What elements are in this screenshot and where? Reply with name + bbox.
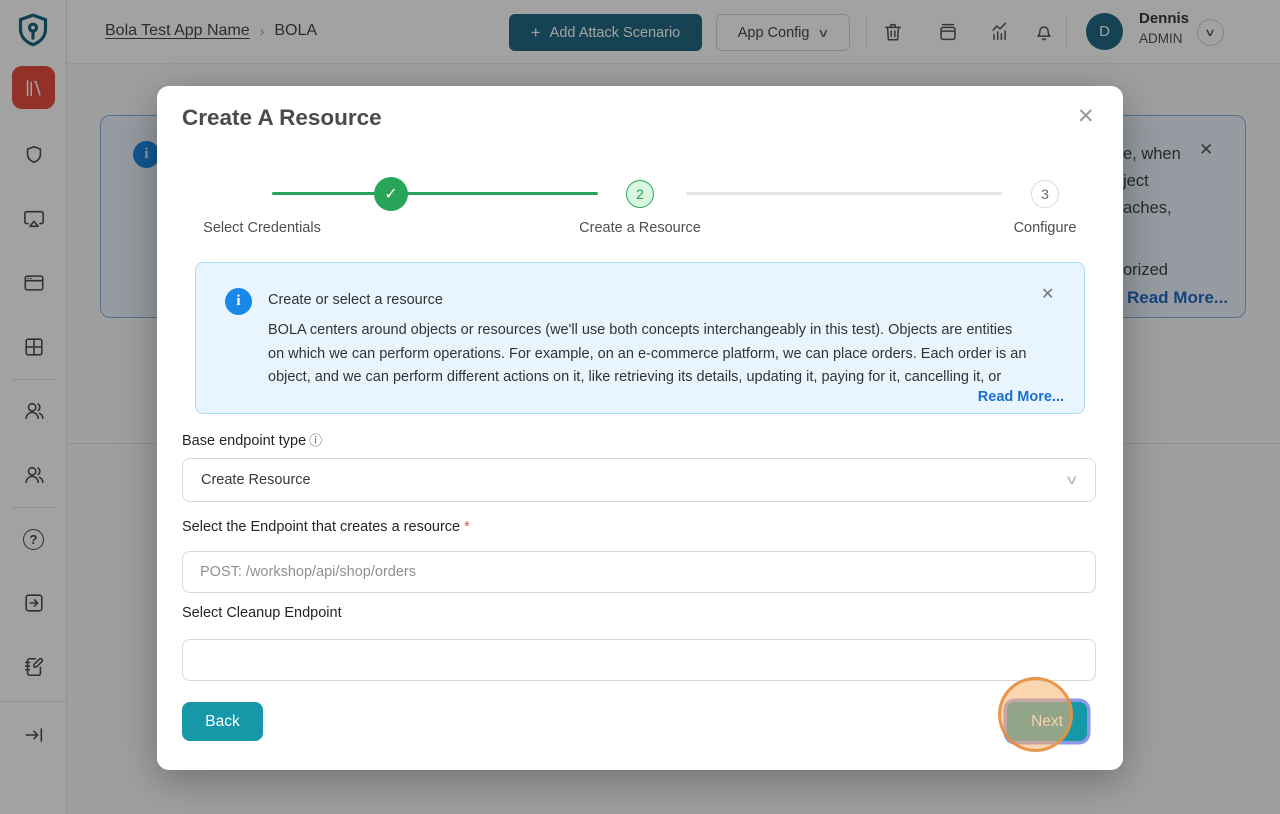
step-1-circle: ✓	[374, 177, 408, 211]
selected-value: Create Resource	[201, 472, 1067, 488]
step-1-label: Select Credentials	[162, 220, 362, 236]
base-endpoint-type-select[interactable]: Create Resource ∨	[182, 458, 1096, 502]
cleanup-endpoint-label: Select Cleanup Endpoint	[182, 605, 342, 621]
info-box-title: Create or select a resource	[268, 292, 443, 308]
read-more-link[interactable]: Read More...	[978, 389, 1064, 405]
step-2-circle: 2	[626, 180, 654, 208]
create-endpoint-input[interactable]	[182, 551, 1096, 593]
stepper-connector-complete	[272, 192, 598, 195]
modal-title: Create A Resource	[182, 105, 382, 131]
create-endpoint-label: Select the Endpoint that creates a resou…	[182, 519, 470, 535]
close-icon[interactable]: ✕	[1077, 104, 1095, 129]
stepper-connector-upcoming	[686, 192, 1002, 195]
info-icon: i	[225, 288, 252, 315]
app-screen: ? Bola Test App Name › BOLA + Add Attack…	[0, 0, 1280, 814]
base-endpoint-type-label: Base endpoint typeⓘ	[182, 430, 322, 449]
close-icon[interactable]: ✕	[1041, 284, 1054, 304]
step-2-label: Create a Resource	[540, 220, 740, 236]
info-box-body: BOLA centers around objects or resources…	[268, 319, 1032, 390]
step-3-label: Configure	[945, 220, 1145, 236]
modal-info-box: i Create or select a resource ✕ BOLA cen…	[195, 262, 1085, 414]
required-mark: *	[464, 519, 470, 535]
check-icon: ✓	[384, 184, 397, 204]
cleanup-endpoint-input[interactable]	[182, 639, 1096, 681]
next-button[interactable]: Next	[1007, 702, 1087, 741]
info-icon[interactable]: ⓘ	[309, 433, 322, 448]
chevron-down-icon: ∨	[1065, 472, 1079, 488]
step-3-circle: 3	[1031, 180, 1059, 208]
back-button[interactable]: Back	[182, 702, 263, 741]
create-resource-modal: Create A Resource ✕ ✓ 2 3 Select Credent…	[157, 86, 1123, 770]
